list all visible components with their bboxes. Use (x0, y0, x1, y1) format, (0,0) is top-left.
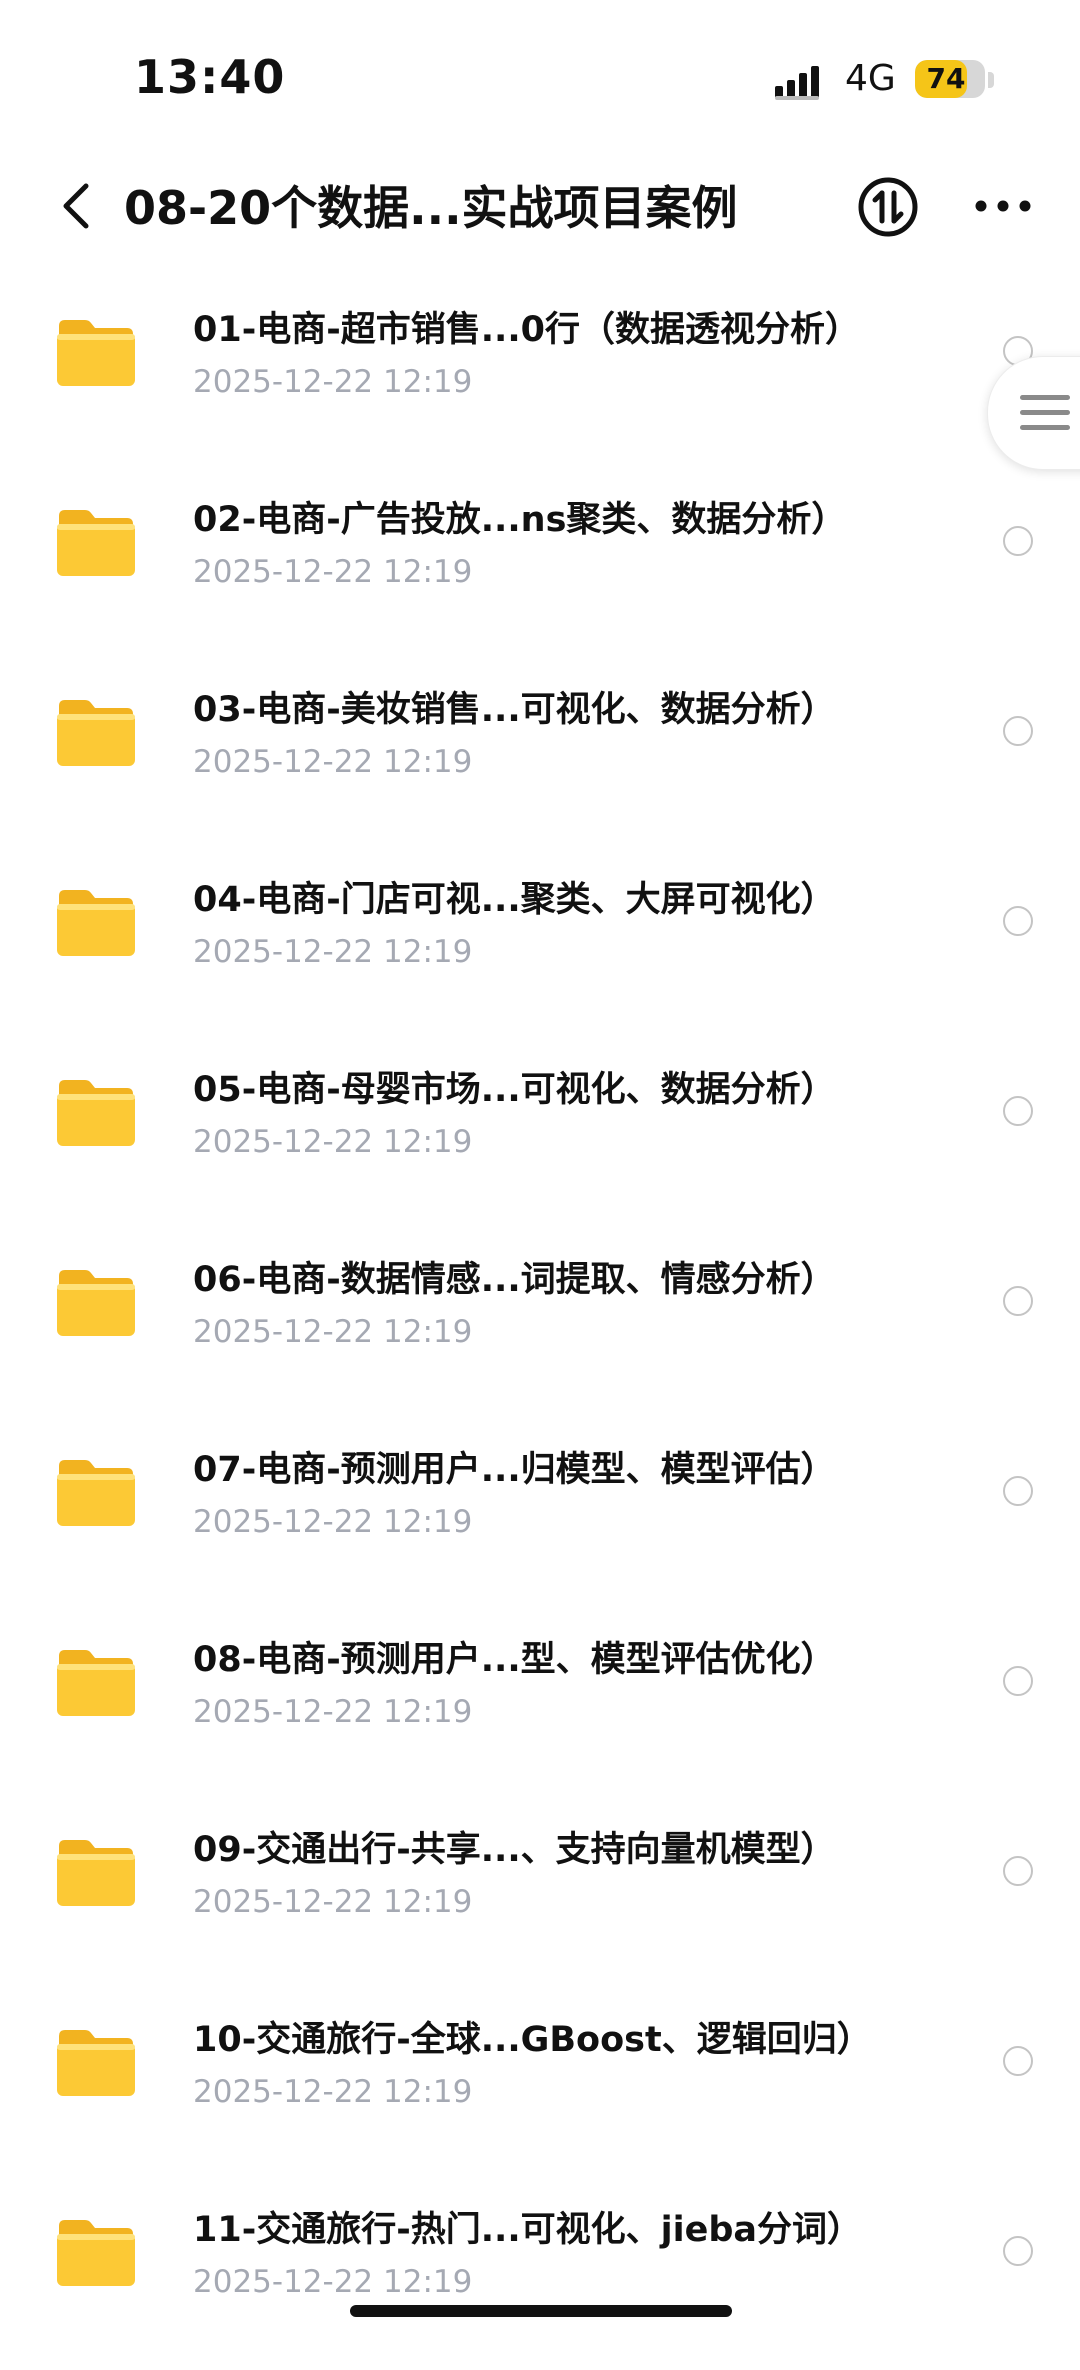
list-item[interactable]: 04-电商-门店可视...聚类、大屏可视化） 2025-12-22 12:19 (0, 850, 1080, 1040)
file-date: 2025-12-22 12:19 (193, 1314, 473, 1350)
file-name: 10-交通旅行-全球...GBoost、逻辑回归） (193, 2020, 872, 2060)
battery-icon: 74 (915, 60, 985, 98)
menu-lines-icon (1020, 395, 1070, 400)
select-radio[interactable] (1003, 1096, 1033, 1126)
folder-icon (57, 510, 135, 576)
list-item[interactable]: 01-电商-超市销售...0行（数据透视分析） 2025-12-22 12:19 (0, 280, 1080, 470)
battery-percent: 74 (926, 62, 966, 95)
list-item[interactable]: 10-交通旅行-全球...GBoost、逻辑回归） 2025-12-22 12:1… (0, 1990, 1080, 2180)
menu-lines-icon (1020, 410, 1070, 415)
file-date: 2025-12-22 12:19 (193, 554, 473, 590)
status-time: 13:40 (134, 50, 286, 104)
signal-icon (775, 66, 819, 100)
select-radio[interactable] (1003, 2236, 1033, 2266)
file-name: 03-电商-美妆销售...可视化、数据分析） (193, 690, 836, 730)
list-item[interactable]: 05-电商-母婴市场...可视化、数据分析） 2025-12-22 12:19 (0, 1040, 1080, 1230)
nav-header: 08-20个数据...实战项目案例 (0, 160, 1080, 250)
file-date: 2025-12-22 12:19 (193, 2264, 473, 2300)
list-item[interactable]: 09-交通出行-共享...、支持向量机模型） 2025-12-22 12:19 (0, 1800, 1080, 1990)
list-item[interactable]: 08-电商-预测用户...型、模型评估优化） 2025-12-22 12:19 (0, 1610, 1080, 1800)
home-indicator[interactable] (350, 2305, 732, 2317)
folder-icon (57, 700, 135, 766)
file-name: 04-电商-门店可视...聚类、大屏可视化） (193, 880, 836, 920)
select-radio[interactable] (1003, 1476, 1033, 1506)
file-date: 2025-12-22 12:19 (193, 744, 473, 780)
list-item[interactable]: 06-电商-数据情感...词提取、情感分析） 2025-12-22 12:19 (0, 1230, 1080, 1420)
sort-arrows-icon[interactable] (857, 176, 919, 238)
file-date: 2025-12-22 12:19 (193, 1884, 473, 1920)
select-radio[interactable] (1003, 716, 1033, 746)
folder-icon (57, 320, 135, 386)
file-name: 05-电商-母婴市场...可视化、数据分析） (193, 1070, 836, 1110)
folder-icon (57, 1270, 135, 1336)
list-item[interactable]: 03-电商-美妆销售...可视化、数据分析） 2025-12-22 12:19 (0, 660, 1080, 850)
file-date: 2025-12-22 12:19 (193, 1504, 473, 1540)
select-radio[interactable] (1003, 1666, 1033, 1696)
folder-icon (57, 2030, 135, 2096)
file-date: 2025-12-22 12:19 (193, 1694, 473, 1730)
list-item[interactable]: 02-电商-广告投放...ns聚类、数据分析） 2025-12-22 12:19 (0, 470, 1080, 660)
status-bar: 13:40 4G 74 (0, 0, 1080, 150)
chevron-left-icon[interactable] (52, 178, 102, 234)
file-date: 2025-12-22 12:19 (193, 2074, 473, 2110)
battery-tip (988, 72, 994, 88)
select-radio[interactable] (1003, 1286, 1033, 1316)
select-radio[interactable] (1003, 526, 1033, 556)
folder-icon (57, 1650, 135, 1716)
file-name: 06-电商-数据情感...词提取、情感分析） (193, 1260, 836, 1300)
file-name: 01-电商-超市销售...0行（数据透视分析） (193, 310, 861, 350)
file-date: 2025-12-22 12:19 (193, 934, 473, 970)
page-title: 08-20个数据...实战项目案例 (124, 181, 738, 235)
file-name: 02-电商-广告投放...ns聚类、数据分析） (193, 500, 847, 540)
folder-icon (57, 1080, 135, 1146)
select-radio[interactable] (1003, 906, 1033, 936)
folder-icon (57, 2220, 135, 2286)
file-date: 2025-12-22 12:19 (193, 1124, 473, 1160)
select-radio[interactable] (1003, 2046, 1033, 2076)
file-name: 07-电商-预测用户...归模型、模型评估） (193, 1450, 836, 1490)
folder-icon (57, 890, 135, 956)
network-type: 4G (845, 58, 896, 99)
folder-icon (57, 1840, 135, 1906)
file-name: 08-电商-预测用户...型、模型评估优化） (193, 1640, 836, 1680)
select-radio[interactable] (1003, 1856, 1033, 1886)
folder-icon (57, 1460, 135, 1526)
file-name: 09-交通出行-共享...、支持向量机模型） (193, 1830, 836, 1870)
list-item[interactable]: 07-电商-预测用户...归模型、模型评估） 2025-12-22 12:19 (0, 1420, 1080, 1610)
file-name: 11-交通旅行-热门...可视化、jieba分词） (193, 2210, 863, 2250)
list-item[interactable]: 11-交通旅行-热门...可视化、jieba分词） 2025-12-22 12:1… (0, 2180, 1080, 2370)
file-date: 2025-12-22 12:19 (193, 364, 473, 400)
menu-lines-icon (1020, 425, 1070, 430)
ellipsis-icon[interactable] (973, 188, 1033, 224)
